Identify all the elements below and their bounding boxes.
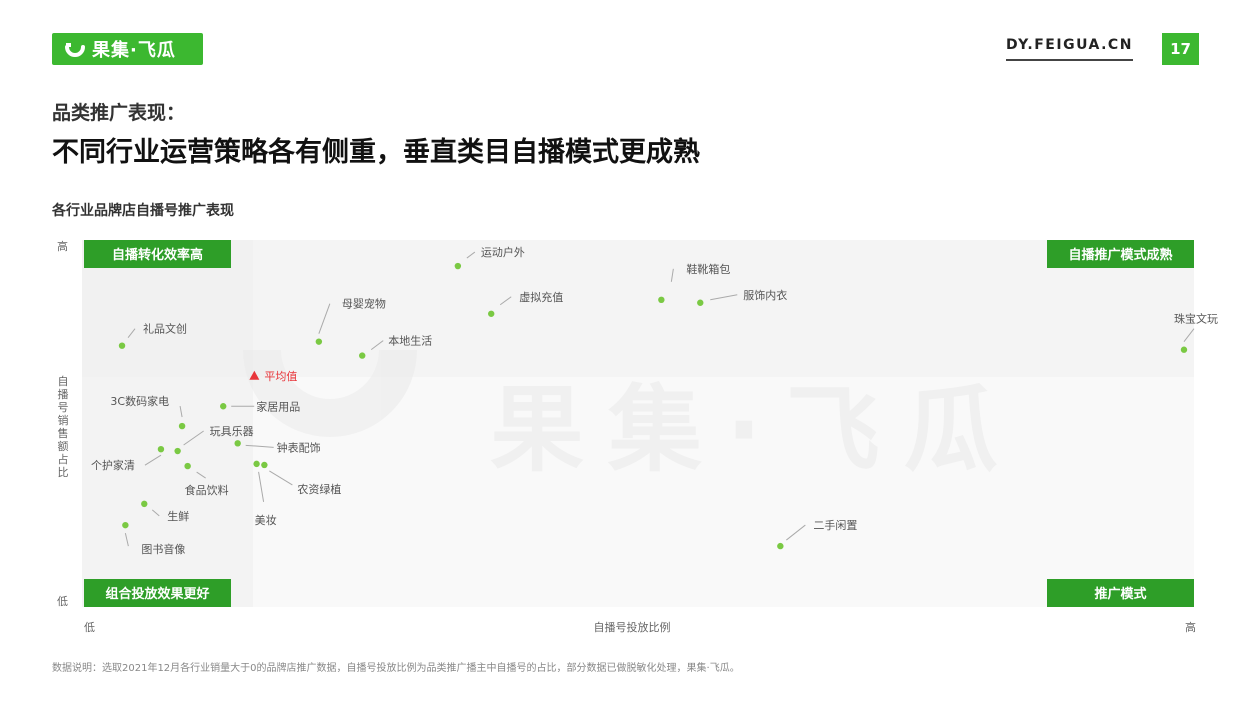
- data-point[interactable]: [141, 500, 148, 508]
- data-point[interactable]: [1180, 346, 1188, 353]
- data-point[interactable]: [359, 352, 366, 359]
- data-point-label: 虚拟充值: [519, 290, 563, 304]
- watermark-text: 果集·飞瓜: [490, 376, 1022, 485]
- y-axis-high-label: 高: [57, 239, 68, 253]
- data-point[interactable]: [253, 460, 260, 468]
- data-point-label: 珠宝文玩: [1174, 312, 1218, 326]
- data-point-label: 家居用品: [256, 399, 300, 413]
- quadrant-label: 自播转化效率高: [112, 247, 203, 263]
- data-point[interactable]: [697, 299, 704, 306]
- quadrant-label: 组合投放效果更好: [105, 586, 209, 602]
- x-axis-low-label: 低: [84, 621, 95, 634]
- y-axis-title-char: 自: [58, 375, 69, 388]
- data-point-label: 生鲜: [167, 509, 189, 523]
- data-point-label: 运动户外: [481, 245, 525, 259]
- data-point-label: 母婴宠物: [342, 297, 386, 311]
- data-point-label: 图书音像: [141, 542, 185, 556]
- data-point[interactable]: [454, 262, 462, 270]
- data-point[interactable]: [488, 310, 495, 317]
- y-axis-title-char: 号: [58, 401, 69, 414]
- data-point-label: 服饰内衣: [743, 288, 787, 302]
- y-axis-title-char: 播: [58, 387, 69, 401]
- data-point[interactable]: [184, 462, 191, 470]
- quadrant-label: 自播推广模式成熟: [1068, 247, 1172, 263]
- data-point[interactable]: [315, 338, 323, 345]
- data-point-label: 鞋靴箱包: [686, 262, 730, 276]
- data-point[interactable]: [777, 542, 784, 550]
- data-point-label: 美妆: [255, 514, 277, 527]
- data-point[interactable]: [658, 296, 665, 304]
- y-axis-title-char: 销: [58, 413, 69, 427]
- data-point[interactable]: [157, 445, 165, 453]
- y-axis-title-char: 占: [58, 452, 69, 466]
- y-axis-title-char: 比: [58, 466, 69, 479]
- y-axis-title-char: 售: [58, 426, 69, 440]
- data-point-label: 农资绿植: [297, 482, 341, 496]
- data-point-label: 本地生活: [388, 334, 432, 348]
- data-point[interactable]: [174, 447, 181, 455]
- data-point-label: 二手闲置: [813, 518, 857, 532]
- data-point[interactable]: [234, 440, 241, 447]
- y-axis-title-char: 额: [58, 440, 69, 453]
- data-point[interactable]: [122, 521, 129, 529]
- x-axis-high-label: 高: [1185, 620, 1196, 634]
- data-point-label: 食品饮料: [185, 483, 229, 497]
- quadrant-label: 推广模式: [1094, 586, 1146, 602]
- footnote: 数据说明：选取2021年12月各行业销量大于0的品牌店推广数据，自播号投放比例为…: [52, 663, 740, 674]
- data-point[interactable]: [261, 461, 268, 469]
- average-label: 平均值: [264, 370, 297, 383]
- x-axis-title: 自播号投放比例: [594, 620, 671, 634]
- y-axis-low-label: 低: [57, 595, 68, 608]
- data-point-label: 礼品文创: [143, 322, 187, 336]
- data-point[interactable]: [118, 342, 126, 349]
- data-point-label: 玩具乐器: [210, 425, 254, 438]
- data-point-label: 个护家清: [91, 458, 135, 472]
- data-point[interactable]: [220, 403, 227, 410]
- y-axis-title: 自播号销售额占比: [58, 375, 69, 479]
- scatter-chart: 果集·飞瓜 高 低 低 高 自播号投放比例 自播号销售额占比 自播转化效率高 自播…: [57, 239, 1218, 634]
- data-point-label: 3C数码家电: [110, 394, 169, 408]
- data-point[interactable]: [178, 422, 186, 430]
- data-point-label: 钟表配饰: [277, 440, 321, 454]
